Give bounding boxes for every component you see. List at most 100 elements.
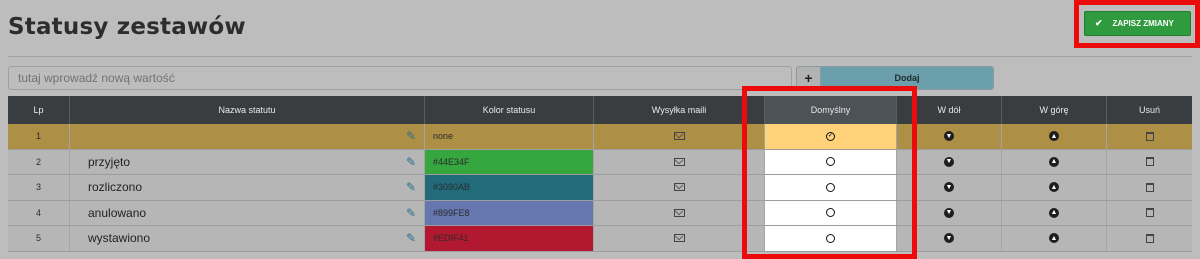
row-lp: 4 (8, 200, 70, 225)
row-name-cell[interactable]: przyjęto ✎ (70, 149, 425, 174)
row-lp: 5 (8, 226, 70, 251)
arrow-down-icon[interactable]: ▼ (944, 156, 954, 167)
pencil-icon[interactable]: ✎ (406, 129, 416, 143)
arrow-up-icon[interactable]: ▲ (1049, 156, 1059, 167)
add-button[interactable]: Dodaj (821, 67, 993, 89)
row-color-cell[interactable]: #EDIF41 (425, 226, 594, 251)
new-value-input[interactable] (8, 66, 792, 90)
row-color-cell[interactable]: none (425, 124, 594, 149)
row-color: none (433, 131, 454, 142)
pencil-icon[interactable]: ✎ (406, 155, 416, 169)
radio-icon[interactable] (826, 157, 835, 167)
envelope-icon[interactable] (673, 132, 685, 141)
header-name: Nazwa statutu (70, 96, 425, 124)
envelope-icon[interactable] (673, 208, 685, 217)
row-default-cell[interactable]: ✓ (765, 124, 897, 149)
plus-icon[interactable]: + (797, 67, 821, 89)
header-mail: Wysyłka maili (594, 96, 765, 124)
save-button-highlight (1074, 0, 1200, 48)
header-default: Domyślny (765, 96, 897, 124)
table-row: 2 przyjęto ✎ #44E34F ▼ ▲ (8, 149, 1192, 175)
radio-icon[interactable] (826, 208, 835, 218)
table-row: 3 rozliczono ✎ #3090AB ▼ ▲ (8, 175, 1192, 201)
row-down-cell[interactable]: ▼ (897, 226, 1002, 251)
row-delete-cell[interactable] (1107, 124, 1192, 149)
table-row: 4 anulowano ✎ #899FE8 ▼ ▲ (8, 200, 1192, 226)
pencil-icon[interactable]: ✎ (406, 206, 416, 220)
trash-icon[interactable] (1145, 131, 1154, 141)
row-up-cell[interactable]: ▲ (1002, 200, 1107, 225)
arrow-down-icon[interactable]: ▼ (944, 182, 954, 193)
arrow-down-icon[interactable]: ▼ (944, 207, 954, 218)
table-row: 5 wystawiono ✎ #EDIF41 ▼ ▲ (8, 226, 1192, 252)
table-body: 1 ✎ none ✓ ▼ ▲ 2 przyjęto ✎ #44E34F ▼ ▲ … (8, 124, 1192, 252)
header-up: W górę (1002, 96, 1107, 124)
row-up-cell[interactable]: ▲ (1002, 226, 1107, 251)
row-color-cell[interactable]: #44E34F (425, 149, 594, 174)
arrow-down-icon[interactable]: ▼ (944, 233, 954, 244)
trash-icon[interactable] (1145, 157, 1154, 167)
arrow-up-icon[interactable]: ▲ (1049, 131, 1059, 142)
row-name-cell[interactable]: anulowano ✎ (70, 200, 425, 225)
row-name: przyjęto (88, 154, 131, 169)
row-delete-cell[interactable] (1107, 175, 1192, 200)
radio-icon[interactable] (826, 233, 835, 243)
status-table: Lp Nazwa statutu Kolor statusu Wysyłka m… (8, 96, 1192, 252)
trash-icon[interactable] (1145, 182, 1154, 192)
arrow-up-icon[interactable]: ▲ (1049, 207, 1059, 218)
envelope-icon[interactable] (673, 234, 685, 243)
row-color: #3090AB (433, 182, 471, 193)
arrow-up-icon[interactable]: ▲ (1049, 182, 1059, 193)
row-mail-cell[interactable] (594, 200, 765, 225)
pencil-icon[interactable]: ✎ (406, 180, 416, 194)
row-default-cell[interactable] (765, 226, 897, 251)
row-name-cell[interactable]: ✎ (70, 124, 425, 149)
row-up-cell[interactable]: ▲ (1002, 124, 1107, 149)
row-color: #899FE8 (433, 207, 470, 218)
page-title: Statusy zestawów (8, 14, 246, 40)
row-name: anulowano (88, 205, 147, 220)
radio-icon[interactable] (826, 182, 835, 192)
row-color-cell[interactable]: #899FE8 (425, 200, 594, 225)
row-down-cell[interactable]: ▼ (897, 200, 1002, 225)
arrow-up-icon[interactable]: ▲ (1049, 233, 1059, 244)
row-up-cell[interactable]: ▲ (1002, 175, 1107, 200)
radio-checked-icon[interactable]: ✓ (826, 131, 835, 141)
header-color: Kolor statusu (425, 96, 594, 124)
row-mail-cell[interactable] (594, 149, 765, 174)
envelope-icon[interactable] (673, 183, 685, 192)
row-up-cell[interactable]: ▲ (1002, 149, 1107, 174)
envelope-icon[interactable] (673, 157, 685, 166)
row-default-cell[interactable] (765, 175, 897, 200)
add-value-group: + Dodaj (796, 66, 994, 90)
row-mail-cell[interactable] (594, 226, 765, 251)
row-lp: 2 (8, 149, 70, 174)
arrow-down-icon[interactable]: ▼ (944, 131, 954, 142)
row-mail-cell[interactable] (594, 124, 765, 149)
table-row: 1 ✎ none ✓ ▼ ▲ (8, 124, 1192, 150)
row-mail-cell[interactable] (594, 175, 765, 200)
trash-icon[interactable] (1145, 233, 1154, 243)
row-default-cell[interactable] (765, 200, 897, 225)
header-down: W dół (897, 96, 1002, 124)
title-divider (8, 56, 1192, 57)
pencil-icon[interactable]: ✎ (406, 231, 416, 245)
trash-icon[interactable] (1145, 208, 1154, 218)
row-name-cell[interactable]: rozliczono ✎ (70, 175, 425, 200)
row-name-cell[interactable]: wystawiono ✎ (70, 226, 425, 251)
row-lp: 3 (8, 175, 70, 200)
row-name: wystawiono (88, 231, 151, 246)
row-color-cell[interactable]: #3090AB (425, 175, 594, 200)
row-lp: 1 (8, 124, 70, 149)
row-color: #EDIF41 (433, 233, 469, 244)
row-delete-cell[interactable] (1107, 201, 1192, 226)
row-down-cell[interactable]: ▼ (897, 175, 1002, 200)
header-lp: Lp (8, 96, 70, 124)
row-delete-cell[interactable] (1107, 226, 1192, 251)
row-down-cell[interactable]: ▼ (897, 149, 1002, 174)
row-delete-cell[interactable] (1107, 150, 1192, 175)
row-default-cell[interactable] (765, 149, 897, 174)
row-color: #44E34F (433, 156, 470, 167)
row-name: rozliczono (88, 180, 143, 195)
row-down-cell[interactable]: ▼ (897, 124, 1002, 149)
